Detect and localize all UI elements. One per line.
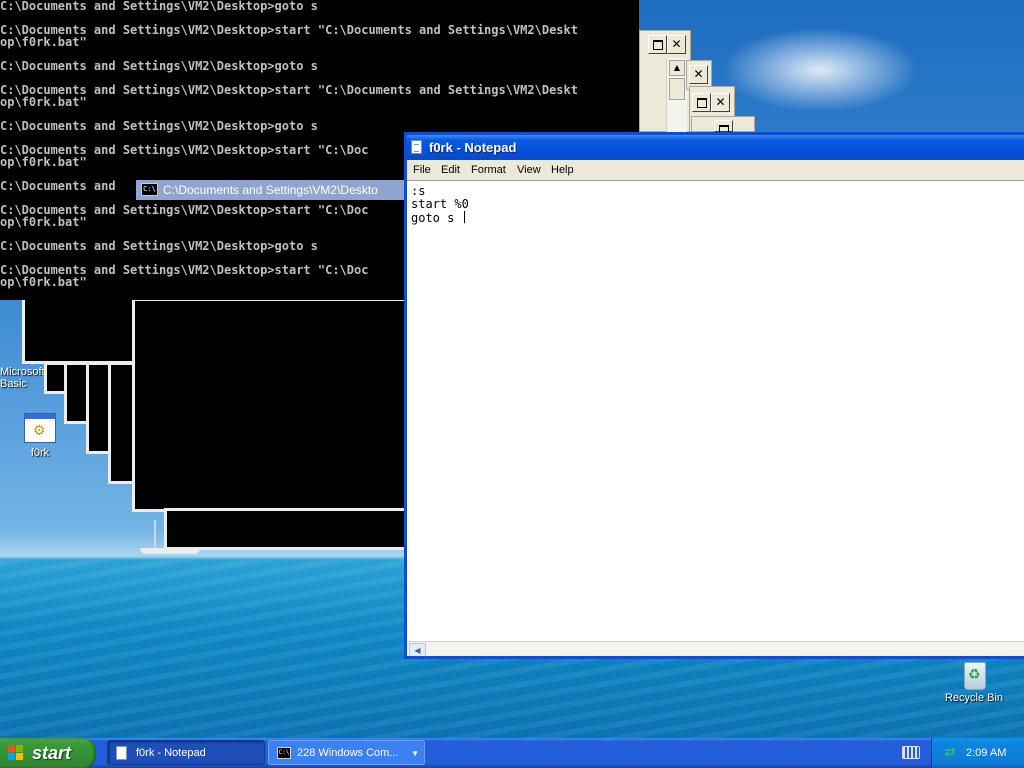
notepad-window[interactable]: f0rk - Notepad File Edit Format View Hel…	[404, 132, 1024, 659]
taskbar-button-label: 228 Windows Com...	[297, 747, 399, 759]
notepad-icon[interactable]	[411, 140, 422, 154]
stale-console-window	[164, 508, 408, 550]
close-button[interactable]: ✕	[689, 65, 708, 84]
maximize-button[interactable]	[714, 120, 733, 135]
menu-edit[interactable]: Edit	[441, 160, 460, 180]
maximize-button[interactable]	[648, 35, 667, 54]
command-prompt-icon: C:\	[141, 183, 158, 197]
keyboard-icon[interactable]	[902, 746, 920, 759]
console-line: C:\Documents and Settings\VM2\Desktop>go…	[0, 239, 318, 253]
horizontal-scrollbar[interactable]: ◀	[407, 641, 1024, 656]
desktop-icon-microsoft-basic[interactable]: Microsoft Basic	[0, 366, 46, 390]
menu-help[interactable]: Help	[551, 160, 574, 180]
start-label: start	[32, 743, 72, 763]
notepad-icon	[116, 746, 127, 760]
text-line: :s	[411, 184, 426, 198]
console-line: C:\Documents and Settings\VM2\Desktop>go…	[0, 59, 318, 73]
notepad-menu-bar: File Edit Format View Help	[407, 160, 1024, 180]
notepad-title-text: f0rk - Notepad	[429, 140, 517, 155]
windows-logo-icon	[8, 745, 24, 761]
taskbar-button-command-prompt-group[interactable]: C:\ 228 Windows Com... ▼	[268, 740, 425, 765]
vertical-scrollbar[interactable]: ▲	[666, 58, 687, 132]
console-line: op\f0rk.bat"	[0, 275, 87, 289]
clock[interactable]: 2:09 AM	[966, 738, 1006, 768]
scroll-up-arrow-icon[interactable]: ▲	[669, 60, 685, 76]
console-line: C:\Documents and Settings\VM2\Desktop>go…	[0, 119, 318, 133]
stale-console-window	[132, 298, 408, 512]
desktop-icon-recycle-bin[interactable]: ♻ Recycle Bin	[936, 658, 1012, 704]
text-line: goto s	[411, 211, 462, 225]
console-line: C:\Documents and	[0, 179, 116, 193]
system-tray: ⇄ 2:09 AM	[931, 738, 1024, 768]
close-button[interactable]: ✕	[711, 93, 730, 112]
notepad-text-area[interactable]: :s start %0 goto s	[407, 180, 1024, 641]
text-line: start %0	[411, 197, 469, 211]
network-icon[interactable]: ⇄	[942, 745, 958, 761]
taskbar-button-notepad[interactable]: f0rk - Notepad	[107, 740, 265, 765]
scroll-left-arrow-icon[interactable]: ◀	[409, 643, 426, 656]
chevron-down-icon: ▼	[411, 749, 419, 758]
menu-file[interactable]: File	[413, 160, 431, 180]
taskbar: start f0rk - Notepad C:\ 228 Windows Com…	[0, 738, 1024, 768]
menu-view[interactable]: View	[517, 160, 541, 180]
stale-console-window	[22, 292, 142, 364]
console-line: C:\Documents and Settings\VM2\Desktop>go…	[0, 0, 318, 13]
batch-file-icon: ⚙	[24, 413, 56, 443]
command-prompt-icon: C:\	[277, 747, 291, 759]
desktop-icon-label: Microsoft Basic	[0, 366, 45, 390]
console-title-bar[interactable]: C:\ C:\Documents and Settings\VM2\Deskto	[136, 180, 408, 200]
taskbar-button-label: f0rk - Notepad	[136, 747, 206, 759]
menu-format[interactable]: Format	[471, 160, 506, 180]
start-button[interactable]: start	[0, 738, 96, 768]
console-line: op\f0rk.bat"	[0, 95, 87, 109]
text-caret	[463, 211, 465, 223]
desktop-icon-label: f0rk	[30, 447, 50, 459]
console-line: op\f0rk.bat"	[0, 35, 87, 49]
maximize-button[interactable]	[692, 93, 711, 112]
scroll-thumb[interactable]	[669, 78, 685, 100]
close-button[interactable]: ✕	[667, 35, 686, 54]
console-title-text: C:\Documents and Settings\VM2\Deskto	[163, 183, 378, 197]
desktop-icon-label: Recycle Bin	[944, 692, 1004, 704]
console-line: op\f0rk.bat"	[0, 155, 87, 169]
recycle-bin-icon: ♻	[960, 658, 988, 690]
notepad-title-bar[interactable]: f0rk - Notepad	[407, 135, 1024, 160]
console-line: op\f0rk.bat"	[0, 215, 87, 229]
